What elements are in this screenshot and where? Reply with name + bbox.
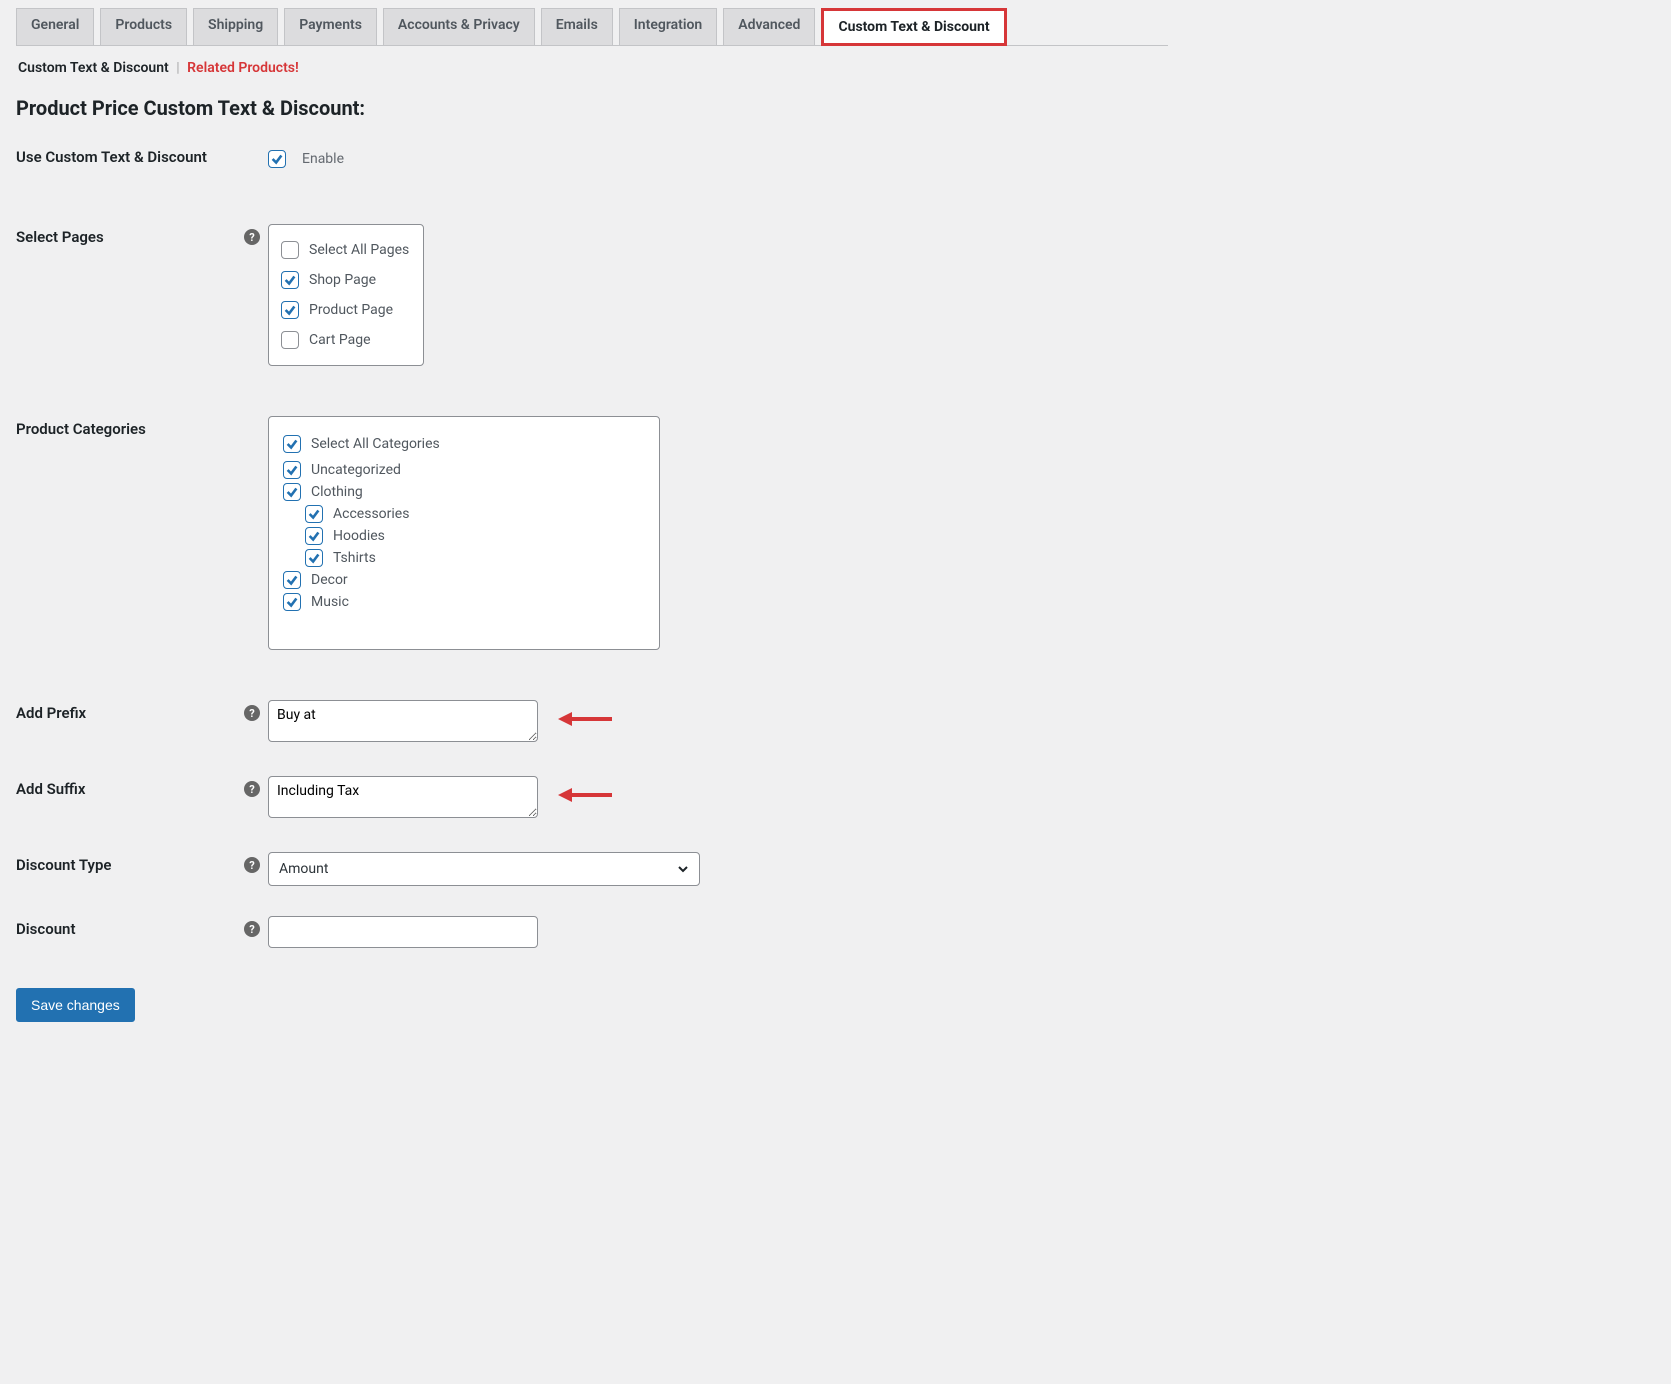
chevron-down-icon (677, 863, 689, 875)
tab-custom-text-discount[interactable]: Custom Text & Discount (821, 8, 1006, 46)
discount-type-value: Amount (279, 861, 328, 877)
add-prefix-input[interactable]: Buy at (268, 700, 538, 742)
product-categories-label: Product Categories (16, 420, 146, 438)
option-label: Shop Page (309, 272, 376, 288)
option-label: Select All Pages (309, 242, 409, 258)
option-label: Decor (311, 572, 348, 588)
add-prefix-label: Add Prefix (16, 704, 86, 722)
add-suffix-input[interactable]: Including Tax (268, 776, 538, 818)
tab-emails[interactable]: Emails (541, 8, 613, 45)
section-title: Product Price Custom Text & Discount: (16, 96, 1168, 120)
tab-accounts-privacy[interactable]: Accounts & Privacy (383, 8, 535, 45)
checkbox-decor[interactable] (283, 571, 301, 589)
option-label: Accessories (333, 506, 409, 522)
tab-general[interactable]: General (16, 8, 94, 45)
option-label: Hoodies (333, 528, 385, 544)
tab-products[interactable]: Products (100, 8, 187, 45)
product-categories-box: Select All Categories Uncategorized Clot… (268, 416, 660, 650)
help-icon[interactable]: ? (244, 857, 260, 873)
checkbox-uncategorized[interactable] (283, 461, 301, 479)
checkbox-product-page[interactable] (281, 301, 299, 319)
checkbox-select-all-pages[interactable] (281, 241, 299, 259)
checkbox-accessories[interactable] (305, 505, 323, 523)
use-custom-enable-text: Enable (302, 151, 344, 167)
tab-integration[interactable]: Integration (619, 8, 717, 45)
checkbox-shop-page[interactable] (281, 271, 299, 289)
sub-navigation: Custom Text & Discount | Related Product… (16, 54, 1168, 90)
checkbox-music[interactable] (283, 593, 301, 611)
discount-label: Discount (16, 920, 75, 938)
arrow-annotation-icon (558, 712, 612, 726)
discount-type-select[interactable]: Amount (268, 852, 700, 886)
subnav-separator: | (172, 60, 183, 76)
checkbox-tshirts[interactable] (305, 549, 323, 567)
help-icon[interactable]: ? (244, 781, 260, 797)
option-label: Product Page (309, 302, 393, 318)
use-custom-checkbox[interactable] (268, 150, 286, 168)
select-pages-box: Select All Pages Shop Page Product Page … (268, 224, 424, 366)
subnav-related-products[interactable]: Related Products! (187, 60, 299, 76)
help-icon[interactable]: ? (244, 705, 260, 721)
save-changes-button[interactable]: Save changes (16, 988, 135, 1022)
tab-advanced[interactable]: Advanced (723, 8, 815, 45)
option-label: Select All Categories (311, 436, 440, 452)
add-suffix-label: Add Suffix (16, 780, 85, 798)
discount-type-label: Discount Type (16, 856, 111, 874)
help-icon[interactable]: ? (244, 921, 260, 937)
subnav-current[interactable]: Custom Text & Discount (18, 60, 169, 76)
arrow-annotation-icon (558, 788, 612, 802)
checkbox-clothing[interactable] (283, 483, 301, 501)
help-icon[interactable]: ? (244, 229, 260, 245)
option-label: Uncategorized (311, 462, 401, 478)
option-label: Music (311, 594, 349, 610)
select-pages-label: Select Pages (16, 228, 104, 246)
settings-tabs: General Products Shipping Payments Accou… (16, 8, 1168, 46)
option-label: Tshirts (333, 550, 376, 566)
tab-shipping[interactable]: Shipping (193, 8, 278, 45)
checkbox-select-all-categories[interactable] (283, 435, 301, 453)
discount-input[interactable] (268, 916, 538, 948)
checkbox-cart-page[interactable] (281, 331, 299, 349)
option-label: Cart Page (309, 332, 371, 348)
tab-payments[interactable]: Payments (284, 8, 377, 45)
checkbox-hoodies[interactable] (305, 527, 323, 545)
use-custom-label: Use Custom Text & Discount (16, 148, 207, 166)
option-label: Clothing (311, 484, 363, 500)
